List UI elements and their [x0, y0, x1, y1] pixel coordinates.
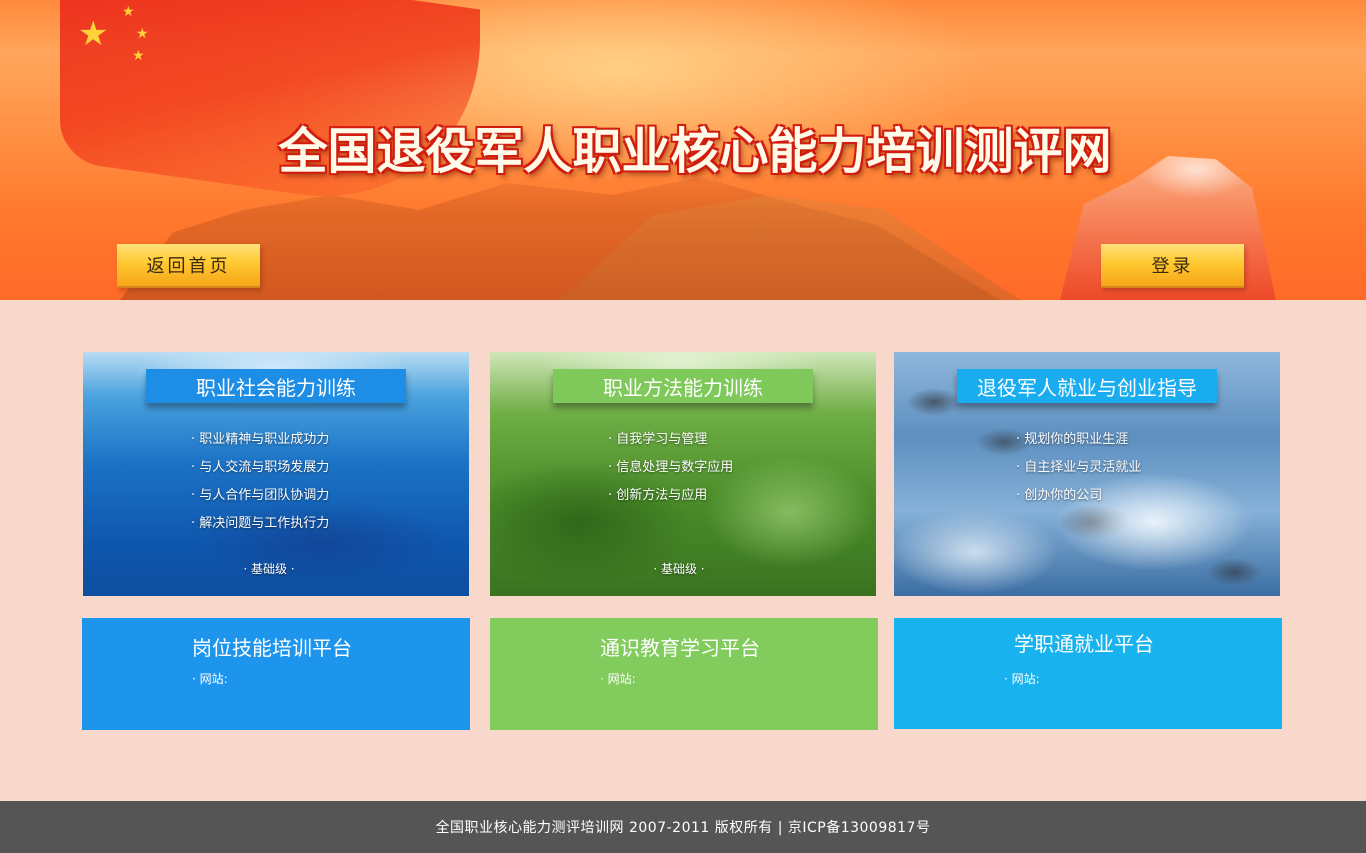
list-item[interactable]: 规划你的职业生涯 [1016, 430, 1141, 458]
copyright-text: 全国职业核心能力测评培训网 2007-2011 版权所有 | 京ICP备1300… [435, 820, 931, 836]
list-item[interactable]: 创新方法与应用 [608, 486, 733, 514]
list-item[interactable]: 信息处理与数字应用 [608, 458, 733, 486]
platform-site-label[interactable]: 网站: [1004, 670, 1040, 687]
platform-title: 学职通就业平台 [1014, 632, 1154, 656]
flag-star-icon: ★ [136, 26, 149, 42]
card-item-list: 规划你的职业生涯 自主择业与灵活就业 创办你的公司 [1016, 430, 1141, 514]
platform-site-label[interactable]: 网站: [192, 670, 228, 687]
level-label: · 基础级 · [653, 562, 705, 576]
list-item[interactable]: 自主择业与灵活就业 [1016, 458, 1141, 486]
card-title: 退役军人就业与创业指导 [957, 369, 1217, 403]
header-banner: ★ ★ ★ ★ 全国退役军人职业核心能力培训测评网 返回首页 登录 [0, 0, 1366, 300]
card-item-list: 职业精神与职业成功力 与人交流与职场发展力 与人合作与团队协调力 解决问题与工作… [191, 430, 329, 542]
platform-skills[interactable]: 岗位技能培训平台 网站: [82, 618, 470, 730]
course-card-employment[interactable]: 退役军人就业与创业指导 规划你的职业生涯 自主择业与灵活就业 创办你的公司 [894, 352, 1280, 596]
course-card-method[interactable]: 职业方法能力训练 自我学习与管理 信息处理与数字应用 创新方法与应用 · 基础级… [490, 352, 876, 596]
list-item[interactable]: 与人合作与团队协调力 [191, 486, 329, 514]
card-title: 职业社会能力训练 [146, 369, 406, 403]
footer: 全国职业核心能力测评培训网 2007-2011 版权所有 | 京ICP备1300… [0, 801, 1366, 853]
login-button[interactable]: 登录 [1101, 244, 1244, 288]
site-title: 全国退役军人职业核心能力培训测评网 [278, 123, 1112, 180]
platform-title: 岗位技能培训平台 [192, 636, 352, 660]
level-label: · 基础级 · [243, 562, 295, 576]
platform-general-education[interactable]: 通识教育学习平台 网站: [490, 618, 878, 730]
list-item[interactable]: 与人交流与职场发展力 [191, 458, 329, 486]
list-item[interactable]: 自我学习与管理 [608, 430, 733, 458]
platform-employment[interactable]: 学职通就业平台 网站: [894, 618, 1282, 729]
home-button[interactable]: 返回首页 [117, 244, 260, 288]
flag-image [60, 0, 480, 220]
card-title: 职业方法能力训练 [553, 369, 813, 403]
list-item[interactable]: 创办你的公司 [1016, 486, 1141, 514]
course-card-social[interactable]: 职业社会能力训练 职业精神与职业成功力 与人交流与职场发展力 与人合作与团队协调… [83, 352, 469, 596]
list-item[interactable]: 解决问题与工作执行力 [191, 514, 329, 542]
flag-star-icon: ★ [78, 14, 109, 54]
flag-star-icon: ★ [122, 4, 135, 20]
card-item-list: 自我学习与管理 信息处理与数字应用 创新方法与应用 [608, 430, 733, 514]
list-item[interactable]: 职业精神与职业成功力 [191, 430, 329, 458]
platform-site-label[interactable]: 网站: [600, 670, 636, 687]
flag-star-icon: ★ [132, 48, 145, 64]
platform-title: 通识教育学习平台 [600, 636, 760, 660]
